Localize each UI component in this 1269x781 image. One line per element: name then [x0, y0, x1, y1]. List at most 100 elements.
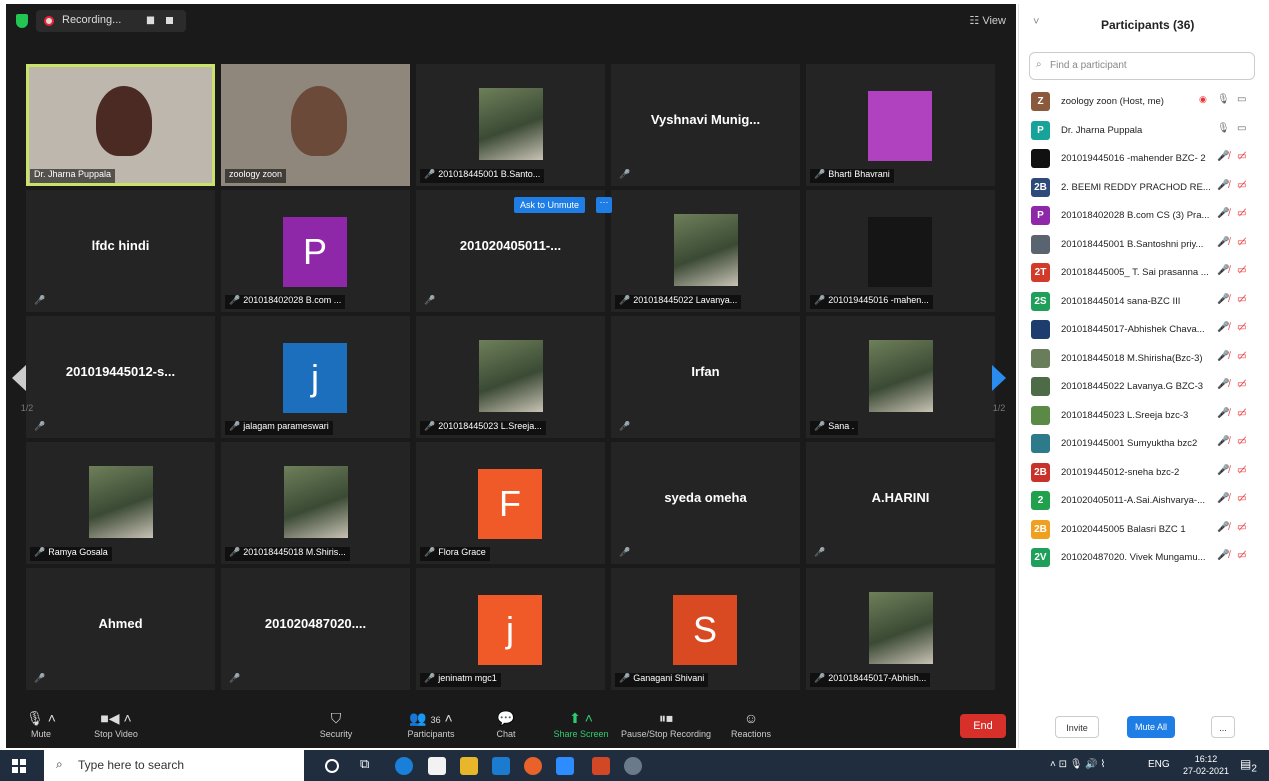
reactions-button[interactable]: ☺ Reactions — [716, 706, 786, 746]
participant-list-item[interactable]: 2B 201019445012-sneha bzc-2 🎤̸ ▭̸ — [1019, 459, 1269, 488]
participant-video-tile[interactable]: 201019445012-s... 🎤 — [26, 316, 215, 438]
participant-video-tile[interactable]: 🎤 Sana . — [806, 316, 995, 438]
video-camera-icon: ■◀ ˄ — [100, 710, 132, 726]
pause-recording-icon[interactable]: ▮▮ — [146, 15, 155, 26]
participant-list-item[interactable]: 2B 201020445005 Balasri BZC 1 🎤̸ ▭̸ — [1019, 516, 1269, 545]
participant-list-item[interactable]: P Dr. Jharna Puppala 🎙 ▭ — [1019, 117, 1269, 146]
more-options-button[interactable]: ... — [1211, 716, 1235, 738]
notifications-icon[interactable]: ▤2 — [1240, 757, 1257, 774]
file-explorer-icon[interactable] — [460, 757, 478, 775]
profile-photo — [674, 214, 738, 286]
participant-video-tile[interactable]: 🎤 201018445022 Lavanya... — [611, 190, 800, 312]
end-meeting-button[interactable]: End — [960, 714, 1006, 738]
participant-search-input[interactable]: ⌕ Find a participant — [1029, 52, 1255, 80]
participant-video-tile[interactable]: j 🎤 jeninatm mgc1 — [416, 568, 605, 690]
participants-count: 36 — [430, 715, 441, 725]
pause-stop-recording-button[interactable]: ⏸⏹ Pause/Stop Recording — [616, 706, 716, 746]
mute-all-button[interactable]: Mute All — [1127, 716, 1175, 738]
tile-caption: 🎤 Ganagani Shivani — [615, 673, 709, 687]
participant-list-item[interactable]: 2V 201020487020. Vivek Mungamu... 🎤̸ ▭̸ — [1019, 544, 1269, 573]
participant-video-tile[interactable]: S 🎤 Ganagani Shivani — [611, 568, 800, 690]
participant-video-tile[interactable]: Vyshnavi Munig... 🎤 — [611, 64, 800, 186]
tray-icons[interactable]: ˄ ⊡ 🎙 🔊 ⌇ — [1050, 759, 1105, 770]
participant-name: 201020487020. Vivek Mungamu... — [1061, 552, 1206, 563]
participant-video-tile[interactable]: Irfan 🎤 — [611, 316, 800, 438]
participant-list-item[interactable]: 201018445023 L.Sreeja bzc-3 🎤̸ ▭̸ — [1019, 402, 1269, 431]
participant-video-tile[interactable]: A.HARINI 🎤 — [806, 442, 995, 564]
participant-list-item[interactable]: 2S 201018445014 sana-BZC III 🎤̸ ▭̸ — [1019, 288, 1269, 317]
participant-video-tile[interactable]: lfdc hindi 🎤 — [26, 190, 215, 312]
participant-video-tile[interactable]: 🎤 Ramya Gosala — [26, 442, 215, 564]
participant-video-tile[interactable]: 201020487020.... 🎤 — [221, 568, 410, 690]
reactions-icon: ☺ — [743, 710, 759, 726]
participant-list-item[interactable]: 2T 201018445005_ T. Sai prasanna ... 🎤̸ ▭̸ — [1019, 259, 1269, 288]
participant-list-item[interactable]: 201019445016 -mahender BZC- 2 🎤̸ ▭̸ — [1019, 145, 1269, 174]
participant-list-item[interactable]: 201018445017-Abhishek Chava... 🎤̸ ▭̸ — [1019, 316, 1269, 345]
system-clock[interactable]: 16:12 27-02-2021 — [1183, 753, 1229, 777]
tile-name-label: Ramya Gosala — [48, 547, 108, 557]
meeting-controls-toolbar: 🎙 ˄ Mute ■◀ ˄ Stop Video ⛉ Security 👥 36… — [6, 704, 1016, 748]
collapse-chevron-icon[interactable]: ˅ — [1033, 16, 1039, 28]
participants-button[interactable]: 👥 36 ˄ Participants — [386, 706, 476, 746]
task-view-icon[interactable]: ⧉ — [360, 756, 378, 774]
participant-video-tile[interactable]: 🎤 201019445016 -mahen... — [806, 190, 995, 312]
participant-list-item[interactable]: 201019445001 Sumyuktha bzc2 🎤̸ ▭̸ — [1019, 430, 1269, 459]
powerpoint-icon[interactable] — [592, 757, 610, 775]
participant-list-item[interactable]: 2 201020405011-A.Sai.Aishvarya-... 🎤̸ ▭̸ — [1019, 487, 1269, 516]
tile-caption: 🎤 Flora Grace — [420, 547, 490, 561]
participant-list-item[interactable]: 201018445018 M.Shirisha(Bzc-3) 🎤̸ ▭̸ — [1019, 345, 1269, 374]
participant-list-item[interactable]: 2B 2. BEEMI REDDY PRACHOD RE... 🎤̸ ▭̸ — [1019, 174, 1269, 203]
participant-list-item[interactable]: Zzoology zoon (Host, me) ◉ 🎙 ▭ — [1019, 88, 1269, 117]
stop-video-button[interactable]: ■◀ ˄ Stop Video — [76, 706, 156, 746]
muted-mic-icon: 🎤 — [424, 673, 436, 683]
chevron-right-icon — [992, 365, 1006, 391]
store-icon[interactable] — [428, 757, 446, 775]
muted-mic-icon: 🎤 — [34, 295, 46, 305]
participant-video-tile[interactable]: j 🎤 jalagam parameswari — [221, 316, 410, 438]
participant-video-tile[interactable]: zoology zoon — [221, 64, 410, 186]
tile-caption: 🎤 201018445001 B.Santo... — [420, 169, 545, 183]
participant-video-tile[interactable]: P 🎤 201018402028 B.com ... — [221, 190, 410, 312]
app-icon[interactable] — [624, 757, 642, 775]
participant-video-tile[interactable]: Dr. Jharna Puppala — [26, 64, 215, 186]
previous-page-button[interactable]: 1/2 — [12, 339, 42, 419]
participant-video-tile[interactable]: F 🎤 Flora Grace — [416, 442, 605, 564]
participant-name: 201018445005_ T. Sai prasanna ... — [1061, 267, 1209, 278]
next-page-button[interactable]: 1/2 — [984, 339, 1014, 419]
share-screen-icon: ⬆ ˄ — [569, 710, 593, 726]
windows-start-icon[interactable] — [12, 759, 26, 773]
muted-mic-icon: 🎤 — [619, 421, 631, 431]
ask-to-unmute-button[interactable]: Ask to Unmute — [514, 197, 586, 213]
participant-video-tile[interactable]: Ahmed 🎤 — [26, 568, 215, 690]
participant-video-tile[interactable]: 🎤 201018445017-Abhish... — [806, 568, 995, 690]
participant-list-item[interactable]: 201018445022 Lavanya.G BZC-3 🎤̸ ▭̸ — [1019, 373, 1269, 402]
participant-list-item[interactable]: 201018445001 B.Santoshni priy... 🎤̸ ▭̸ — [1019, 231, 1269, 260]
cortana-icon[interactable] — [325, 759, 339, 773]
participant-video-tile[interactable]: 🎤 201018445023 L.Sreeja... — [416, 316, 605, 438]
share-screen-label: Share Screen — [553, 729, 609, 739]
participant-list-item[interactable]: P 201018402028 B.com CS (3) Pra... 🎤̸ ▭̸ — [1019, 202, 1269, 231]
share-screen-button[interactable]: ⬆ ˄ Share Screen — [541, 706, 621, 746]
view-button[interactable]: ☷ View — [969, 14, 1006, 27]
zoom-app-icon[interactable] — [556, 757, 574, 775]
participant-video-tile[interactable]: syeda omeha 🎤 — [611, 442, 800, 564]
stop-recording-icon[interactable] — [166, 17, 173, 24]
invite-button[interactable]: Invite — [1055, 716, 1099, 738]
participant-video-tile[interactable]: 🎤 201018445018 M.Shiris... — [221, 442, 410, 564]
participant-video-tile[interactable]: 🎤 Bharti Bhavrani — [806, 64, 995, 186]
mute-button[interactable]: 🎙 ˄ Mute — [6, 706, 76, 746]
mail-icon[interactable] — [492, 757, 510, 775]
avatar — [1031, 149, 1050, 168]
firefox-icon[interactable] — [524, 757, 542, 775]
edge-browser-icon[interactable] — [395, 757, 413, 775]
tile-caption: 🎤 — [615, 547, 637, 561]
chat-button[interactable]: 💬 Chat — [471, 706, 541, 746]
language-indicator[interactable]: ENG — [1148, 759, 1170, 770]
participant-video-tile[interactable]: 🎤 201018445001 B.Santo... — [416, 64, 605, 186]
tile-more-options-button[interactable]: ··· — [596, 197, 612, 213]
security-button[interactable]: ⛉ Security — [301, 706, 371, 746]
participant-display-name: syeda omeha — [664, 490, 747, 505]
taskbar-search-box[interactable]: ⌕ Type here to search — [44, 750, 304, 781]
video-camera-icon: ▭ — [1237, 94, 1247, 105]
security-shield-icon[interactable] — [16, 14, 28, 28]
